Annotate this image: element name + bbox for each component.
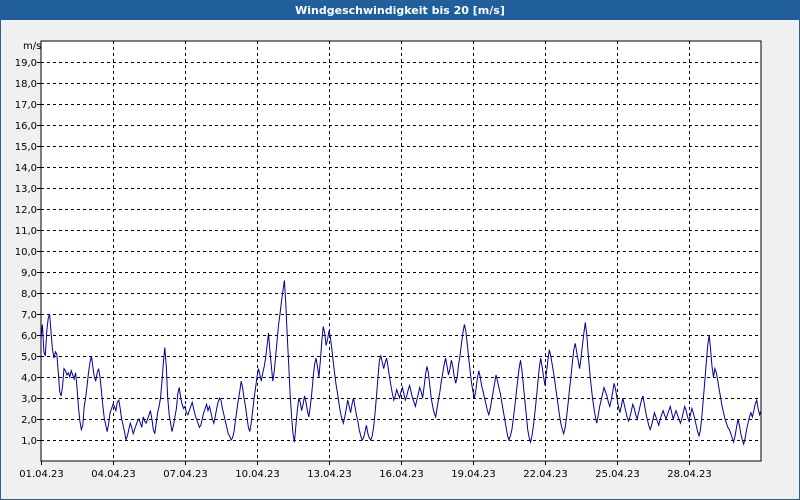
chart-window: Windgeschwindigkeit bis 20 [m/s] 1,0 2,0 3… <box>0 0 800 500</box>
y-tick-label: 10,0 <box>15 247 37 258</box>
y-tick-label: 2,0 <box>21 415 37 426</box>
y-tick-label: 14,0 <box>15 163 37 174</box>
y-tick-label: 12,0 <box>15 205 37 216</box>
y-tick-label: 19,0 <box>15 58 37 69</box>
y-tick-label: 13,0 <box>15 184 37 195</box>
y-tick-label: 9,0 <box>21 268 37 279</box>
x-tick-label: 04.04.23 <box>91 469 136 480</box>
y-tick-label: 6,0 <box>21 331 37 342</box>
x-axis: 01.04.23 04.04.23 07.04.23 10.04.23 13.04.23… <box>19 461 712 480</box>
x-tick-label: 01.04.23 <box>19 469 64 480</box>
y-tick-label: 16,0 <box>15 121 37 132</box>
x-tick-label: 19.04.23 <box>451 469 496 480</box>
x-tick-label: 16.04.23 <box>379 469 424 480</box>
y-axis-unit-label: m/s <box>23 41 41 52</box>
y-tick-label: 5,0 <box>21 352 37 363</box>
y-tick-label: 18,0 <box>15 79 37 90</box>
window-title: Windgeschwindigkeit bis 20 [m/s] <box>1 1 799 20</box>
x-tick-label: 07.04.23 <box>163 469 208 480</box>
y-tick-label: 3,0 <box>21 394 37 405</box>
y-tick-label: 1,0 <box>21 436 37 447</box>
grid-lines <box>41 41 761 461</box>
wind-speed-chart: 1,0 2,0 3,0 4,0 5,0 6,0 7,0 8,0 9,0 10,0 11,0 12,0 1… <box>15 40 762 480</box>
x-tick-label: 13.04.23 <box>307 469 352 480</box>
y-tick-label: 8,0 <box>21 289 37 300</box>
y-axis: 1,0 2,0 3,0 4,0 5,0 6,0 7,0 8,0 9,0 10,0 11,0 12,0 1… <box>15 58 41 447</box>
y-tick-label: 15,0 <box>15 142 37 153</box>
x-tick-label: 28.04.23 <box>667 469 712 480</box>
y-tick-label: 17,0 <box>15 100 37 111</box>
x-tick-label: 10.04.23 <box>235 469 280 480</box>
y-tick-label: 7,0 <box>21 310 37 321</box>
x-tick-label: 25.04.23 <box>595 469 640 480</box>
y-tick-label: 11,0 <box>15 226 37 237</box>
y-tick-label: 4,0 <box>21 373 37 384</box>
x-tick-label: 22.04.23 <box>523 469 568 480</box>
